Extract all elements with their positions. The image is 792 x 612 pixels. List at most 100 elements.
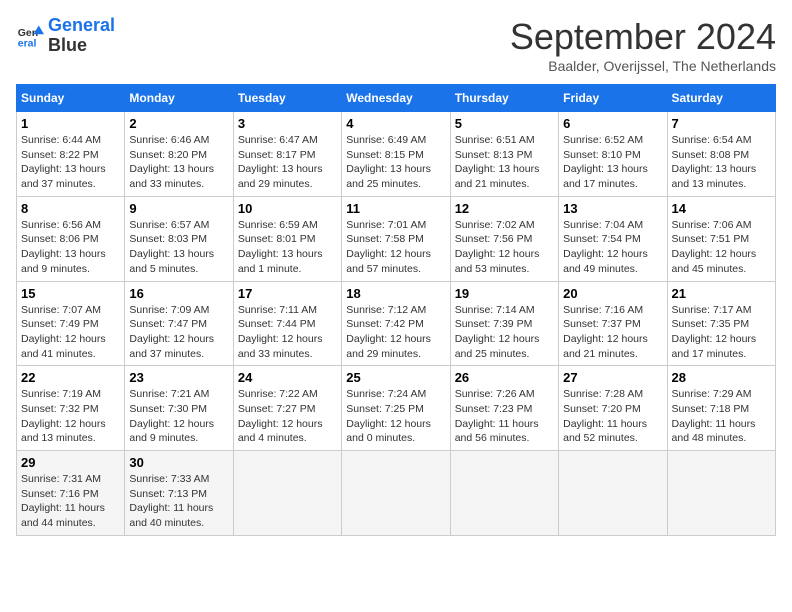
- weekday-header: Thursday: [450, 85, 558, 112]
- day-info: Sunrise: 7:31 AM Sunset: 7:16 PM Dayligh…: [21, 472, 120, 531]
- calendar-day-cell: 7Sunrise: 6:54 AM Sunset: 8:08 PM Daylig…: [667, 112, 775, 197]
- day-info: Sunrise: 7:29 AM Sunset: 7:18 PM Dayligh…: [672, 387, 771, 446]
- calendar-day-cell: [233, 451, 341, 536]
- calendar-day-cell: [559, 451, 667, 536]
- calendar-day-cell: 5 Sunrise: 6:51 AM Sunset: 8:13 PM Daylig…: [450, 112, 558, 197]
- calendar-day-cell: [450, 451, 558, 536]
- calendar-day-cell: 8Sunrise: 6:56 AM Sunset: 8:06 PM Daylig…: [17, 196, 125, 281]
- day-number: 9: [129, 201, 228, 216]
- day-number: 15: [21, 286, 120, 301]
- month-title: September 2024: [510, 16, 776, 58]
- day-number: 17: [238, 286, 337, 301]
- day-info: Sunrise: 7:22 AM Sunset: 7:27 PM Dayligh…: [238, 387, 337, 446]
- logo-icon: Gen eral: [16, 22, 44, 50]
- calendar-day-cell: 30Sunrise: 7:33 AM Sunset: 7:13 PM Dayli…: [125, 451, 233, 536]
- day-info: Sunrise: 7:26 AM Sunset: 7:23 PM Dayligh…: [455, 387, 554, 446]
- page-header: Gen eral GeneralBlue September 2024 Baal…: [16, 16, 776, 74]
- day-number: 21: [672, 286, 771, 301]
- day-info: Sunrise: 6:59 AM Sunset: 8:01 PM Dayligh…: [238, 218, 337, 277]
- calendar-day-cell: 4Sunrise: 6:49 AM Sunset: 8:15 PM Daylig…: [342, 112, 450, 197]
- calendar-day-cell: 6 Sunrise: 6:52 AM Sunset: 8:10 PM Daylig…: [559, 112, 667, 197]
- day-number: 7: [672, 116, 771, 131]
- calendar-day-cell: 18Sunrise: 7:12 AM Sunset: 7:42 PM Dayli…: [342, 281, 450, 366]
- calendar-day-cell: 16Sunrise: 7:09 AM Sunset: 7:47 PM Dayli…: [125, 281, 233, 366]
- day-number: 1: [21, 116, 120, 131]
- day-info: Sunrise: 7:07 AM Sunset: 7:49 PM Dayligh…: [21, 303, 120, 362]
- day-info: Sunrise: 6:51 AM Sunset: 8:13 PM Dayligh…: [455, 133, 554, 192]
- calendar-day-cell: 22 Sunrise: 7:19 AM Sunset: 7:32 PM Dayli…: [17, 366, 125, 451]
- day-info: Sunrise: 7:09 AM Sunset: 7:47 PM Dayligh…: [129, 303, 228, 362]
- day-info: Sunrise: 7:04 AM Sunset: 7:54 PM Dayligh…: [563, 218, 662, 277]
- calendar-week-row: 8Sunrise: 6:56 AM Sunset: 8:06 PM Daylig…: [17, 196, 776, 281]
- day-number: 30: [129, 455, 228, 470]
- weekday-header: Sunday: [17, 85, 125, 112]
- day-number: 2: [129, 116, 228, 131]
- calendar-week-row: 29 Sunrise: 7:31 AM Sunset: 7:16 PM Dayli…: [17, 451, 776, 536]
- calendar-day-cell: 23 Sunrise: 7:21 AM Sunset: 7:30 PM Dayli…: [125, 366, 233, 451]
- day-number: 18: [346, 286, 445, 301]
- day-number: 24: [238, 370, 337, 385]
- calendar-day-cell: 25 Sunrise: 7:24 AM Sunset: 7:25 PM Dayli…: [342, 366, 450, 451]
- day-number: 3: [238, 116, 337, 131]
- calendar-day-cell: 21 Sunrise: 7:17 AM Sunset: 7:35 PM Dayli…: [667, 281, 775, 366]
- day-info: Sunrise: 7:17 AM Sunset: 7:35 PM Dayligh…: [672, 303, 771, 362]
- day-number: 26: [455, 370, 554, 385]
- day-number: 23: [129, 370, 228, 385]
- weekday-header-row: SundayMondayTuesdayWednesdayThursdayFrid…: [17, 85, 776, 112]
- weekday-header: Friday: [559, 85, 667, 112]
- calendar-day-cell: 14Sunrise: 7:06 AM Sunset: 7:51 PM Dayli…: [667, 196, 775, 281]
- calendar-day-cell: 1 Sunrise: 6:44 AM Sunset: 8:22 PM Daylig…: [17, 112, 125, 197]
- day-number: 5: [455, 116, 554, 131]
- calendar-day-cell: 13Sunrise: 7:04 AM Sunset: 7:54 PM Dayli…: [559, 196, 667, 281]
- logo-text: GeneralBlue: [48, 16, 115, 56]
- day-number: 20: [563, 286, 662, 301]
- calendar-day-cell: 19Sunrise: 7:14 AM Sunset: 7:39 PM Dayli…: [450, 281, 558, 366]
- svg-text:eral: eral: [18, 37, 37, 49]
- calendar-day-cell: 9 Sunrise: 6:57 AM Sunset: 8:03 PM Daylig…: [125, 196, 233, 281]
- calendar-day-cell: 3 Sunrise: 6:47 AM Sunset: 8:17 PM Daylig…: [233, 112, 341, 197]
- day-number: 29: [21, 455, 120, 470]
- day-info: Sunrise: 6:47 AM Sunset: 8:17 PM Dayligh…: [238, 133, 337, 192]
- calendar-day-cell: 17 Sunrise: 7:11 AM Sunset: 7:44 PM Dayli…: [233, 281, 341, 366]
- day-number: 10: [238, 201, 337, 216]
- day-number: 22: [21, 370, 120, 385]
- day-info: Sunrise: 7:11 AM Sunset: 7:44 PM Dayligh…: [238, 303, 337, 362]
- day-number: 28: [672, 370, 771, 385]
- calendar-week-row: 15 Sunrise: 7:07 AM Sunset: 7:49 PM Dayli…: [17, 281, 776, 366]
- day-number: 8: [21, 201, 120, 216]
- day-info: Sunrise: 7:28 AM Sunset: 7:20 PM Dayligh…: [563, 387, 662, 446]
- day-info: Sunrise: 7:21 AM Sunset: 7:30 PM Dayligh…: [129, 387, 228, 446]
- calendar-day-cell: 11Sunrise: 7:01 AM Sunset: 7:58 PM Dayli…: [342, 196, 450, 281]
- day-info: Sunrise: 6:44 AM Sunset: 8:22 PM Dayligh…: [21, 133, 120, 192]
- day-info: Sunrise: 7:14 AM Sunset: 7:39 PM Dayligh…: [455, 303, 554, 362]
- calendar-day-cell: 15 Sunrise: 7:07 AM Sunset: 7:49 PM Dayli…: [17, 281, 125, 366]
- day-number: 14: [672, 201, 771, 216]
- calendar-day-cell: 29 Sunrise: 7:31 AM Sunset: 7:16 PM Dayli…: [17, 451, 125, 536]
- day-number: 12: [455, 201, 554, 216]
- day-info: Sunrise: 6:52 AM Sunset: 8:10 PM Dayligh…: [563, 133, 662, 192]
- day-number: 27: [563, 370, 662, 385]
- logo: Gen eral GeneralBlue: [16, 16, 115, 56]
- location-subtitle: Baalder, Overijssel, The Netherlands: [510, 58, 776, 74]
- calendar-week-row: 22 Sunrise: 7:19 AM Sunset: 7:32 PM Dayli…: [17, 366, 776, 451]
- title-block: September 2024 Baalder, Overijssel, The …: [510, 16, 776, 74]
- day-info: Sunrise: 7:19 AM Sunset: 7:32 PM Dayligh…: [21, 387, 120, 446]
- calendar-day-cell: 28 Sunrise: 7:29 AM Sunset: 7:18 PM Dayli…: [667, 366, 775, 451]
- calendar-day-cell: [342, 451, 450, 536]
- day-number: 6: [563, 116, 662, 131]
- day-info: Sunrise: 7:01 AM Sunset: 7:58 PM Dayligh…: [346, 218, 445, 277]
- calendar-day-cell: 2Sunrise: 6:46 AM Sunset: 8:20 PM Daylig…: [125, 112, 233, 197]
- weekday-header: Wednesday: [342, 85, 450, 112]
- day-info: Sunrise: 7:24 AM Sunset: 7:25 PM Dayligh…: [346, 387, 445, 446]
- calendar-table: SundayMondayTuesdayWednesdayThursdayFrid…: [16, 84, 776, 536]
- calendar-day-cell: [667, 451, 775, 536]
- weekday-header: Tuesday: [233, 85, 341, 112]
- calendar-day-cell: 20Sunrise: 7:16 AM Sunset: 7:37 PM Dayli…: [559, 281, 667, 366]
- day-info: Sunrise: 6:49 AM Sunset: 8:15 PM Dayligh…: [346, 133, 445, 192]
- day-info: Sunrise: 7:02 AM Sunset: 7:56 PM Dayligh…: [455, 218, 554, 277]
- day-info: Sunrise: 6:57 AM Sunset: 8:03 PM Dayligh…: [129, 218, 228, 277]
- day-number: 25: [346, 370, 445, 385]
- calendar-day-cell: 27 Sunrise: 7:28 AM Sunset: 7:20 PM Dayli…: [559, 366, 667, 451]
- calendar-week-row: 1 Sunrise: 6:44 AM Sunset: 8:22 PM Daylig…: [17, 112, 776, 197]
- calendar-day-cell: 10 Sunrise: 6:59 AM Sunset: 8:01 PM Dayli…: [233, 196, 341, 281]
